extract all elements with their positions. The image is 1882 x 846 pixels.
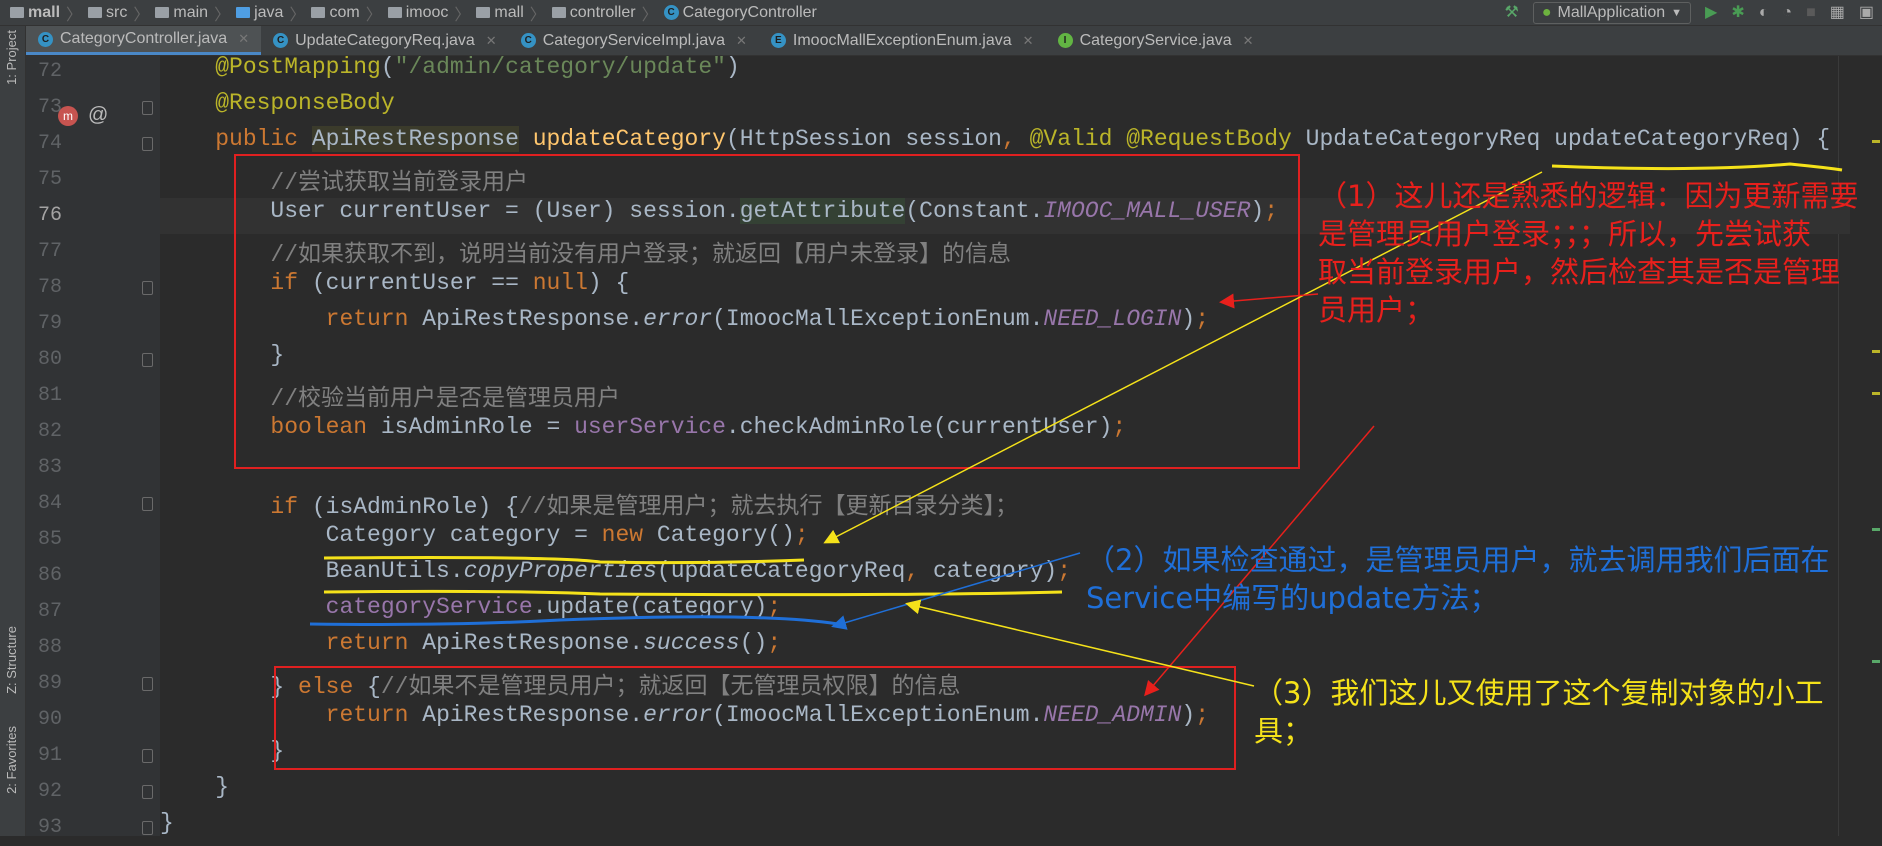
yellow-underline-param bbox=[1552, 164, 1842, 170]
annotation-line: （3）我们这儿又使用了这个复制对象的小工 bbox=[1254, 674, 1874, 712]
annotation-line: 取当前登录用户，然后检查其是否是管理 bbox=[1318, 253, 1878, 291]
annotation-line: （1）这儿还是熟悉的逻辑：因为更新需要 bbox=[1318, 177, 1878, 215]
annotation-line: 是管理员用户登录；；；所以，先尝试获 bbox=[1318, 215, 1878, 253]
yellow-underline-line85 bbox=[324, 558, 804, 563]
annotation-note-3: （3）我们这儿又使用了这个复制对象的小工具； bbox=[1254, 674, 1874, 750]
annotation-line: 员用户； bbox=[1318, 291, 1878, 329]
annotation-line: 具； bbox=[1254, 712, 1874, 750]
annotation-line: （2）如果检查通过，是管理员用户，就去调用我们后面在 bbox=[1086, 541, 1882, 579]
blue-underline-line87 bbox=[310, 617, 838, 625]
red-arrow-to-login-box bbox=[1222, 294, 1318, 302]
annotation-note-1: （1）这儿还是熟悉的逻辑：因为更新需要是管理员用户登录；；；所以，先尝试获取当前… bbox=[1318, 177, 1878, 329]
annotation-line: Service中编写的update方法； bbox=[1086, 579, 1882, 617]
annotation-note-2: （2）如果检查通过，是管理员用户，就去调用我们后面在Service中编写的upd… bbox=[1086, 541, 1882, 617]
